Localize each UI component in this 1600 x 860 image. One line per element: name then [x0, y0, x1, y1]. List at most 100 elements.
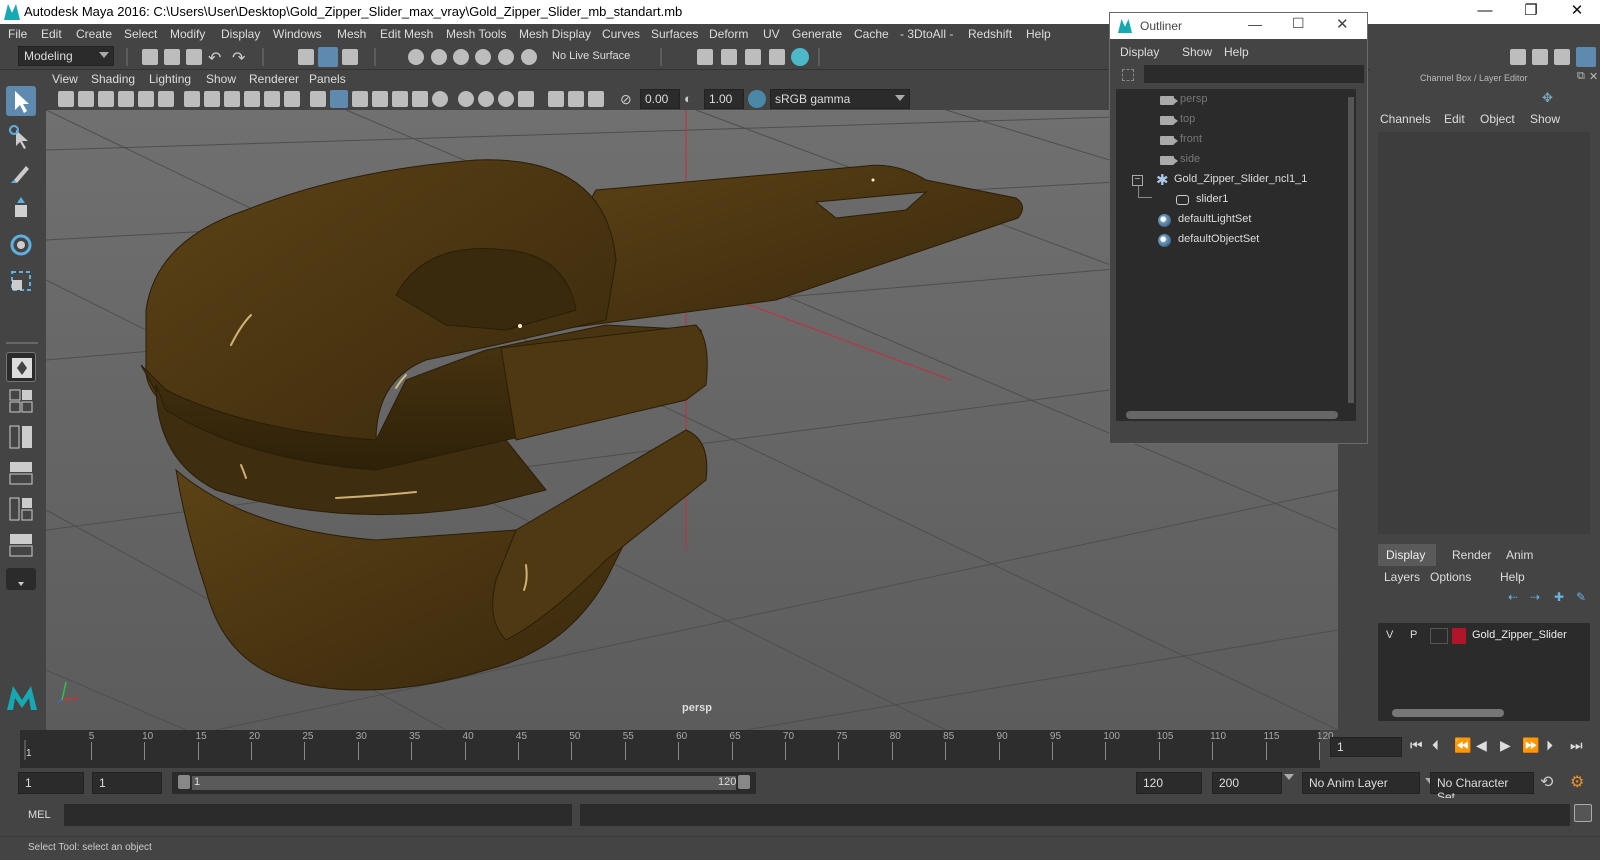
step-forward-icon[interactable]: ⏵ [1546, 737, 1553, 754]
select-hierarchy-icon[interactable] [298, 49, 314, 65]
menu-uv[interactable]: UV [763, 27, 780, 41]
hypershade-icon[interactable] [791, 48, 809, 66]
outliner-layout-button[interactable] [6, 422, 36, 452]
layer-visibility-toggle[interactable]: V [1386, 629, 1393, 641]
render-frame-icon[interactable] [697, 49, 713, 65]
tab-display[interactable]: Display [1378, 544, 1436, 566]
anim-layer-dropdown[interactable]: No Anim Layer [1302, 772, 1435, 794]
current-frame-field[interactable]: 1 [1330, 737, 1402, 757]
use-all-lights-icon[interactable] [392, 91, 408, 107]
outliner-menu-display[interactable]: Display [1120, 45, 1159, 59]
range-end-handle[interactable] [738, 775, 750, 789]
menu-help[interactable]: Help [1026, 27, 1051, 41]
menu-redshift[interactable]: Redshift [968, 27, 1012, 41]
gamma-field[interactable]: 1.00 [704, 89, 744, 109]
playback-end-field[interactable]: 120 [1136, 772, 1202, 794]
step-forward-key-icon[interactable]: ⏩ [1522, 737, 1539, 754]
layer-hscrollbar[interactable] [1392, 709, 1504, 717]
gamma-icon[interactable]: ◐ [684, 91, 700, 107]
script-language-label[interactable]: MEL [28, 809, 51, 821]
new-layer-selected-icon[interactable]: ✎ [1576, 590, 1592, 606]
depth-of-field-icon[interactable] [498, 91, 514, 107]
attribute-editor-icon[interactable] [1532, 49, 1548, 65]
menu-deform[interactable]: Deform [709, 27, 748, 41]
animation-preferences-icon[interactable]: ⚙ [1570, 772, 1584, 792]
two-d-pan-icon[interactable] [138, 91, 154, 107]
play-forwards-icon[interactable]: ▶ [1500, 737, 1511, 754]
new-scene-icon[interactable] [142, 49, 158, 65]
field-chart-icon[interactable] [264, 91, 280, 107]
layer-playback-toggle[interactable]: P [1410, 629, 1417, 641]
outliner-menu-show[interactable]: Show [1182, 45, 1212, 59]
color-space-dropdown[interactable]: sRGB gamma [770, 89, 910, 109]
channels-show-menu[interactable]: Show [1530, 112, 1560, 126]
film-gate-icon[interactable] [204, 91, 220, 107]
panel-menu-lighting[interactable]: Lighting [149, 72, 191, 86]
select-tool-button[interactable] [6, 86, 36, 116]
menu-generate[interactable]: Generate [792, 27, 842, 41]
layer-help-menu[interactable]: Help [1500, 570, 1525, 584]
layer-color-swatch[interactable] [1452, 628, 1466, 644]
channels-edit-menu[interactable]: Edit [1444, 112, 1465, 126]
auto-key-icon[interactable]: ⟲ [1540, 772, 1553, 792]
open-scene-icon[interactable] [164, 49, 180, 65]
outliner-search-input[interactable] [1144, 65, 1364, 83]
xray-components-icon[interactable] [588, 91, 604, 107]
step-back-key-icon[interactable]: ⏪ [1454, 737, 1471, 754]
close-icon[interactable]: ✕ [1589, 70, 1598, 83]
menu-mesh-display[interactable]: Mesh Display [519, 27, 591, 41]
xray-joints-icon[interactable] [568, 91, 584, 107]
move-layer-down-icon[interactable]: ⇢ [1530, 590, 1546, 606]
menu-3dtoall[interactable]: - 3DtoAll - [900, 27, 953, 41]
menu-surfaces[interactable]: Surfaces [651, 27, 698, 41]
command-input[interactable] [64, 804, 572, 826]
range-start-handle[interactable] [178, 775, 190, 789]
save-scene-icon[interactable] [186, 49, 202, 65]
ipr-render-icon[interactable] [745, 49, 761, 65]
menu-modify[interactable]: Modify [170, 27, 205, 41]
snap-point-icon[interactable] [453, 49, 469, 65]
menu-file[interactable]: File [8, 27, 27, 41]
menu-select[interactable]: Select [124, 27, 157, 41]
isolate-select-icon[interactable] [518, 91, 534, 107]
move-tool-button[interactable] [6, 194, 36, 224]
go-to-end-icon[interactable]: ⏭ [1570, 737, 1583, 754]
layer-type-toggle[interactable] [1430, 628, 1448, 644]
screen-space-ao-icon[interactable] [432, 91, 448, 107]
menu-cache[interactable]: Cache [854, 27, 889, 41]
snap-view-icon[interactable] [475, 49, 491, 65]
tool-settings-icon[interactable] [1554, 49, 1570, 65]
undo-icon[interactable]: ↶ [208, 48, 224, 67]
restore-button[interactable]: ❐ [1508, 0, 1554, 24]
maximize-icon[interactable]: ☐ [1292, 15, 1305, 32]
menu-edit[interactable]: Edit [41, 27, 62, 41]
step-back-icon[interactable]: ⏴ [1432, 737, 1439, 754]
options-menu[interactable]: Options [1430, 570, 1471, 584]
outliner-hscrollbar[interactable] [1126, 411, 1338, 419]
panel-menu-view[interactable]: View [52, 72, 78, 86]
redo-icon[interactable]: ↷ [232, 48, 248, 67]
outliner-title-bar[interactable]: Outliner — ☐ ✕ [1110, 13, 1367, 39]
snap-live-icon[interactable] [521, 49, 537, 65]
color-management-icon[interactable] [748, 90, 766, 108]
float-icon[interactable]: ⧉ [1577, 70, 1585, 83]
filter-icon[interactable] [1122, 69, 1134, 81]
wireframe-icon[interactable] [310, 91, 326, 107]
chevron-down-icon[interactable] [1284, 774, 1294, 780]
render-settings-icon[interactable] [769, 49, 785, 65]
collapse-toggle-icon[interactable]: − [1132, 175, 1143, 186]
channels-menu[interactable]: Channels [1380, 112, 1431, 126]
select-object-icon[interactable] [318, 47, 338, 67]
move-layer-up-icon[interactable]: ⇠ [1508, 590, 1524, 606]
resolution-gate-icon[interactable] [224, 91, 240, 107]
current-time-marker[interactable]: 1 [26, 748, 32, 759]
scale-tool-button[interactable] [6, 266, 36, 296]
motion-blur-icon[interactable] [458, 91, 474, 107]
smooth-shade-icon[interactable] [330, 90, 348, 108]
panel-menu-show[interactable]: Show [206, 72, 236, 86]
move-gizmo-icon[interactable]: ✥ [1542, 90, 1553, 106]
bookmark-icon[interactable] [98, 91, 114, 107]
shadows-icon[interactable] [412, 91, 428, 107]
hypershade-layout-button[interactable] [6, 494, 36, 524]
panel-menu-panels[interactable]: Panels [309, 72, 346, 86]
